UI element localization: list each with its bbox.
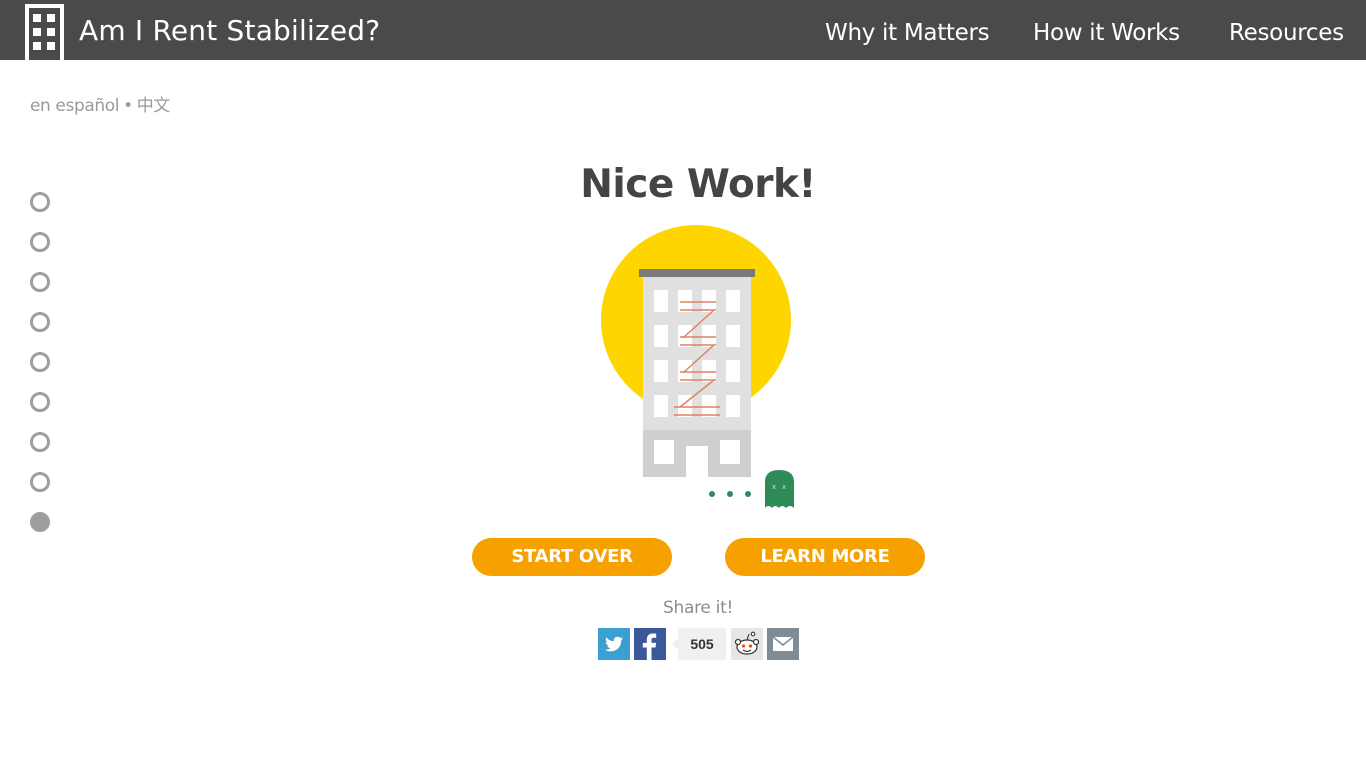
email-share-button[interactable] <box>767 628 799 660</box>
apartment-building-icon <box>639 269 755 477</box>
site-title-link[interactable]: Am I Rent Stabilized? <box>79 14 380 47</box>
step-dot[interactable] <box>30 272 50 292</box>
step-dot[interactable] <box>30 232 50 252</box>
twitter-share-button[interactable] <box>598 628 630 660</box>
facebook-icon <box>642 633 657 660</box>
share-label: Share it! <box>663 598 733 618</box>
language-spanish-link[interactable]: en español <box>30 96 119 116</box>
language-chinese-link[interactable]: 中文 <box>137 96 171 116</box>
top-navigation-bar: Am I Rent Stabilized? Why it Matters How… <box>0 0 1366 60</box>
ghost-icon: x x <box>765 470 794 508</box>
nav-resources[interactable]: Resources <box>1229 20 1344 46</box>
start-over-button[interactable]: START OVER <box>472 538 672 576</box>
facebook-share-count: 505 <box>672 628 726 660</box>
loading-dots <box>709 491 751 497</box>
reddit-share-button[interactable] <box>731 628 763 660</box>
step-dot[interactable] <box>30 392 50 412</box>
step-dot[interactable] <box>30 352 50 372</box>
language-switcher: en español • 中文 <box>30 91 170 116</box>
twitter-icon <box>605 636 623 652</box>
building-icon[interactable] <box>25 4 64 60</box>
step-dot[interactable] <box>30 472 50 492</box>
language-separator: • <box>123 96 133 116</box>
svg-text:x: x <box>772 483 776 491</box>
result-headline: Nice Work! <box>580 162 816 207</box>
learn-more-button[interactable]: LEARN MORE <box>725 538 925 576</box>
building-illustration: x x <box>601 225 794 508</box>
step-dot[interactable] <box>30 312 50 332</box>
facebook-share-button[interactable] <box>634 628 666 660</box>
email-icon <box>772 636 794 651</box>
step-dot-current[interactable] <box>30 512 50 532</box>
nav-how-it-works[interactable]: How it Works <box>1033 20 1180 46</box>
nav-why-it-matters[interactable]: Why it Matters <box>825 20 990 46</box>
svg-text:x: x <box>782 483 786 491</box>
reddit-icon <box>734 631 760 655</box>
step-dot[interactable] <box>30 432 50 452</box>
